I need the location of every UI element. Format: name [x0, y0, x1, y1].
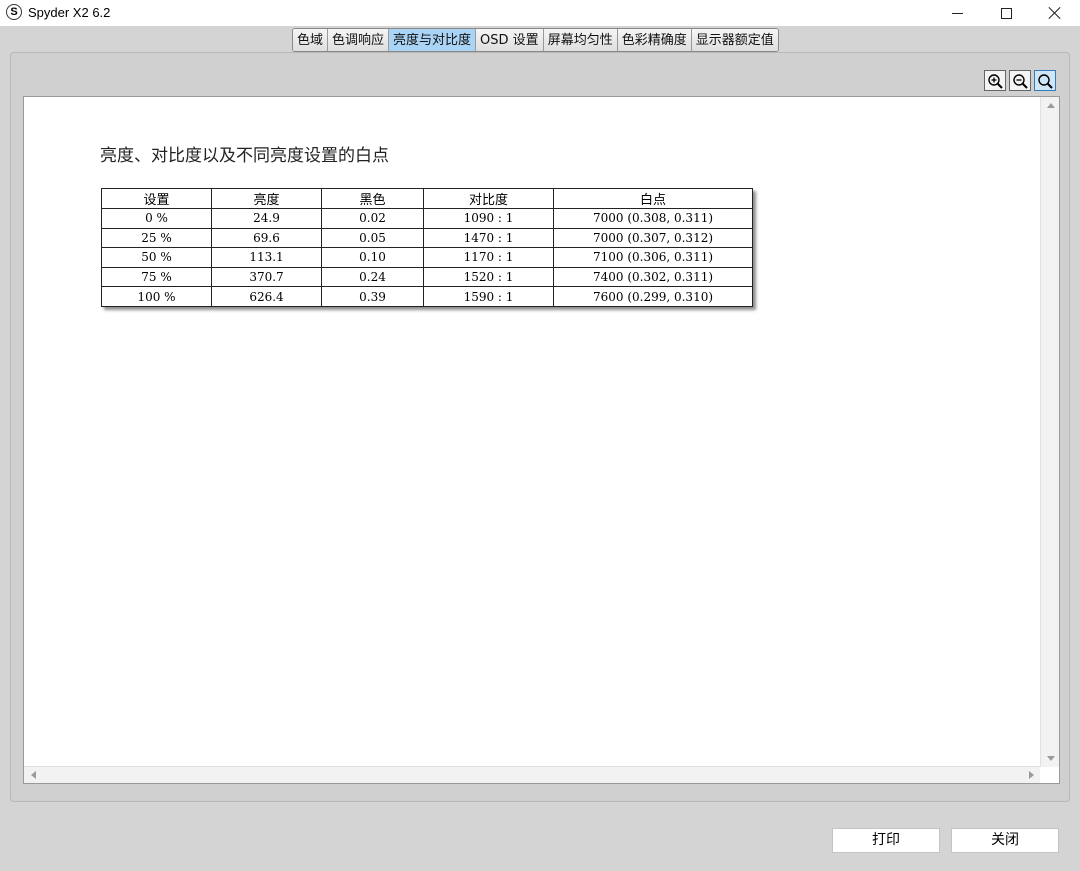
tab-5[interactable]: 色彩精确度 [617, 29, 692, 51]
zoom-out-icon [1013, 73, 1028, 89]
table-row: 100 % 626.4 0.39 1590 : 1 7600 (0.299, 0.310… [101, 286, 753, 307]
app-logo-icon: S [6, 4, 22, 20]
tab-4[interactable]: 屏幕均匀性 [543, 29, 618, 51]
column-header: 设置 [101, 188, 212, 209]
table-cell: 7100 (0.306, 0.311) [553, 247, 753, 268]
table-cell: 0.02 [321, 208, 424, 229]
maximize-icon [1000, 7, 1012, 19]
close-window-button[interactable] [1032, 0, 1078, 26]
report-title: 亮度、对比度以及不同亮度设置的白点 [100, 146, 389, 166]
tab-0[interactable]: 色域 [293, 29, 329, 51]
print-button[interactable]: 打印 [832, 828, 940, 853]
table-cell: 1090 : 1 [423, 208, 554, 229]
title-bar: S Spyder X2 6.2 [0, 0, 1080, 26]
table-cell: 0.24 [321, 266, 424, 288]
zoom-reset-icon [1038, 73, 1053, 89]
table-cell: 113.1 [211, 247, 322, 268]
close-icon [1048, 6, 1062, 20]
table-cell: 0.39 [321, 286, 424, 307]
table-row: 50 % 113.1 0.10 1170 : 1 7100 (0.306, 0.311) [101, 247, 753, 268]
table-cell: 25 % [101, 227, 212, 249]
table-row: 25 % 69.6 0.05 1470 : 1 7000 (0.307, 0.312) [101, 227, 753, 249]
table-cell: 0 % [101, 208, 212, 229]
column-header: 亮度 [211, 188, 322, 209]
vertical-scrollbar[interactable] [1040, 97, 1059, 767]
scroll-left-icon[interactable] [31, 771, 36, 779]
column-header: 对比度 [423, 188, 554, 209]
table-cell: 7600 (0.299, 0.310) [553, 286, 753, 307]
tab-1[interactable]: 色调响应 [328, 29, 390, 51]
report-tabs: 色域 色调响应 亮度与对比度 OSD 设置 屏幕均匀性 色彩精确度 显示器额定值 [292, 28, 779, 52]
tab-6[interactable]: 显示器额定值 [691, 29, 778, 51]
table-cell: 1470 : 1 [423, 227, 554, 249]
column-header: 白点 [553, 188, 753, 209]
table-cell: 1520 : 1 [423, 266, 554, 288]
table-cell: 69.6 [211, 227, 322, 249]
scroll-right-icon[interactable] [1029, 771, 1034, 779]
zoom-in-icon [988, 73, 1003, 89]
window-title: Spyder X2 6.2 [28, 5, 111, 20]
close-button[interactable]: 关闭 [951, 828, 1059, 853]
table-cell: 1170 : 1 [423, 247, 554, 268]
scroll-up-icon[interactable] [1047, 103, 1055, 108]
brightness-contrast-table: 设置 亮度 黑色 对比度 白点 0 % 24.9 0.02 1090 : 1 7000 … [101, 188, 753, 307]
column-header: 黑色 [321, 188, 424, 209]
table-cell: 7000 (0.307, 0.312) [553, 227, 753, 249]
table-row: 75 % 370.7 0.24 1520 : 1 7400 (0.302, 0.311) [101, 266, 753, 288]
scroll-down-icon[interactable] [1047, 756, 1055, 761]
minimize-button[interactable] [934, 0, 980, 26]
table-cell: 626.4 [211, 286, 322, 307]
table-cell: 0.10 [321, 247, 424, 268]
tab-3[interactable]: OSD 设置 [476, 29, 544, 51]
table-cell: 100 % [101, 286, 212, 307]
horizontal-scrollbar[interactable] [24, 766, 1040, 783]
table-cell: 0.05 [321, 227, 424, 249]
table-cell: 370.7 [211, 266, 322, 288]
table-cell: 24.9 [211, 208, 322, 229]
table-row: 0 % 24.9 0.02 1090 : 1 7000 (0.308, 0.311) [101, 208, 753, 229]
zoom-toolbar [984, 70, 1056, 91]
maximize-button[interactable] [983, 0, 1029, 26]
zoom-in-button[interactable] [984, 70, 1006, 91]
table-cell: 7000 (0.308, 0.311) [553, 208, 753, 229]
brightness-table-wrapper: 设置 亮度 黑色 对比度 白点 0 % 24.9 0.02 1090 : 1 7000 … [101, 188, 753, 307]
minimize-icon [951, 12, 963, 14]
zoom-reset-button[interactable] [1034, 70, 1056, 91]
tab-2[interactable]: 亮度与对比度 [389, 29, 477, 51]
table-cell: 75 % [101, 266, 212, 288]
zoom-out-button[interactable] [1009, 70, 1031, 91]
table-cell: 7400 (0.302, 0.311) [553, 266, 753, 288]
table-cell: 1590 : 1 [423, 286, 554, 307]
table-header-row: 设置 亮度 黑色 对比度 白点 [101, 188, 753, 209]
table-cell: 50 % [101, 247, 212, 268]
